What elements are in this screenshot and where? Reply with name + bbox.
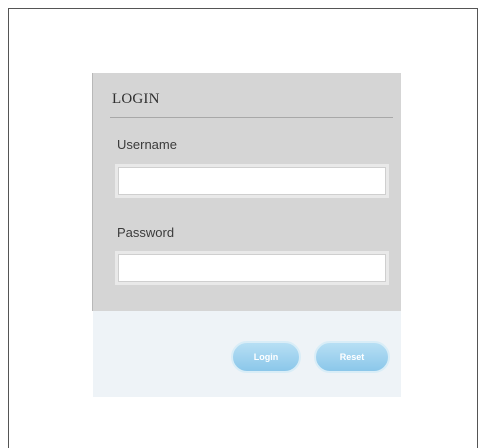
- login-button[interactable]: Login: [231, 341, 301, 373]
- title-divider: [110, 117, 393, 118]
- username-input[interactable]: [115, 164, 389, 198]
- reset-button[interactable]: Reset: [314, 341, 390, 373]
- password-input[interactable]: [115, 251, 389, 285]
- password-label: Password: [117, 225, 175, 240]
- login-form: LOGIN Username Password: [93, 73, 401, 311]
- username-label: Username: [117, 137, 177, 152]
- button-bar: Login Reset: [93, 311, 401, 397]
- login-title: LOGIN: [112, 91, 160, 107]
- login-box: LOGIN Username Password Login Reset: [93, 73, 401, 397]
